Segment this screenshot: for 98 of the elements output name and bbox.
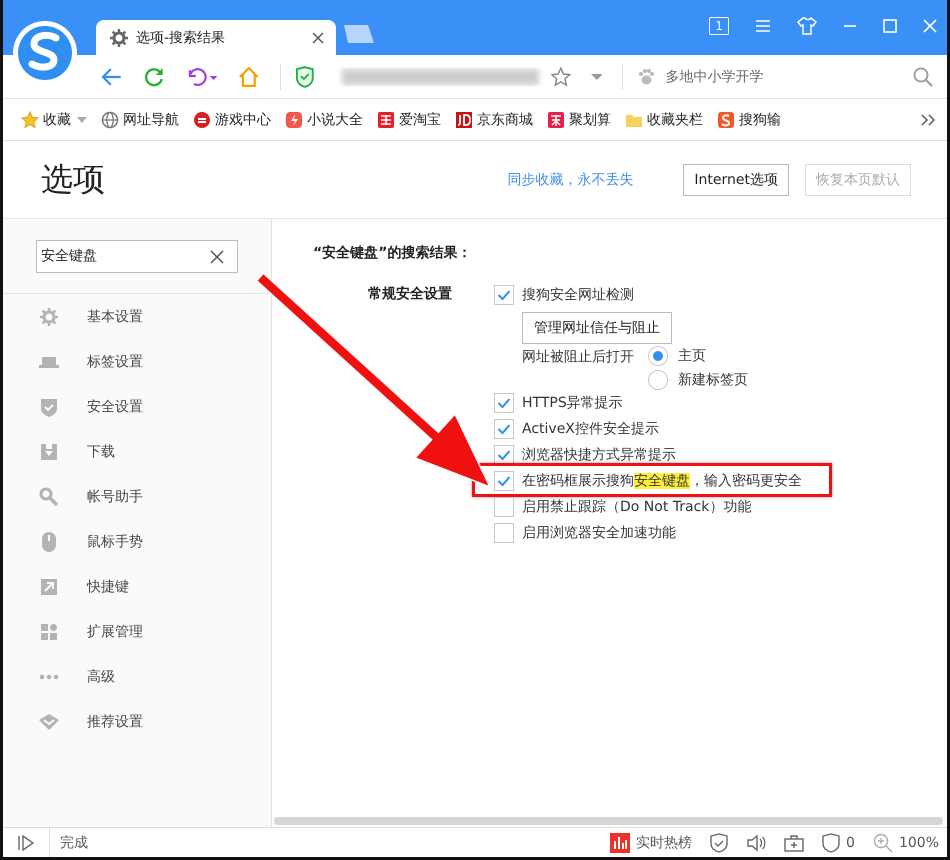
star-icon [21, 110, 39, 128]
bookmark-label: 京东商城 [477, 110, 533, 128]
close-icon[interactable] [312, 32, 324, 44]
option-label: 新建标签页 [678, 371, 748, 389]
checkbox[interactable] [494, 445, 514, 465]
more-icon[interactable] [921, 114, 935, 126]
sidebar-item[interactable]: 扩展管理 [3, 609, 271, 654]
shortcut-icon [39, 576, 59, 596]
bookmark-item[interactable]: 聚划算 [547, 110, 611, 128]
bookmark-label: 聚划算 [569, 110, 611, 128]
zoom-icon [872, 832, 893, 852]
results-heading: “安全键盘”的搜索结果： [313, 244, 472, 262]
checkbox[interactable] [494, 523, 514, 543]
sidebar-item[interactable]: 标签设置 [3, 339, 271, 384]
status-text: 完成 [60, 834, 88, 852]
radio-button[interactable] [648, 346, 668, 366]
sidebar-item[interactable]: 推荐设置 [3, 699, 271, 744]
globe-icon [101, 110, 119, 128]
extensions-icon [39, 622, 59, 642]
checkbox[interactable] [494, 497, 514, 517]
option-label: 浏览器快捷方式异常提示 [522, 446, 676, 464]
bookmark-label: 游戏中心 [215, 110, 271, 128]
bookmark-item[interactable]: 收藏夹栏 [625, 110, 703, 128]
gear-icon [110, 28, 128, 46]
bookmark-label: 网址导航 [123, 110, 179, 128]
option-label: 在密码框展示搜狗安全键盘，输入密码更安全 [522, 472, 802, 490]
zoom-button[interactable]: 100% [872, 832, 939, 852]
checkbox[interactable] [494, 419, 514, 439]
checkbox[interactable] [494, 285, 514, 305]
option-label: ActiveX控件安全提示 [522, 420, 659, 438]
speaker-icon[interactable] [746, 834, 766, 852]
bookmark-label: 搜狗输 [739, 110, 781, 128]
tab-title: 选项-搜索结果 [136, 28, 226, 46]
bookmark-item[interactable]: 收藏 [21, 110, 71, 128]
radio-button[interactable] [648, 370, 668, 390]
toolbox-icon[interactable] [784, 834, 804, 852]
browser-tab[interactable]: 选项-搜索结果 [96, 20, 336, 55]
key-icon [39, 486, 59, 506]
bookmark-item[interactable]: 爱淘宝 [377, 110, 441, 128]
bookmark-item[interactable]: 游戏中心 [193, 110, 271, 128]
checkbox[interactable] [494, 393, 514, 413]
hot-list-button[interactable]: 实时热榜 [610, 832, 692, 852]
sidebar-toggle-icon[interactable] [17, 834, 35, 850]
clear-icon[interactable] [210, 250, 224, 264]
option-label: 搜狗安全网址检测 [522, 286, 634, 304]
bookmark-label: 爱淘宝 [399, 110, 441, 128]
deal-icon [547, 110, 565, 128]
bookmark-item[interactable]: 小说大全 [285, 110, 363, 128]
mouse-icon [39, 532, 59, 552]
book-icon [285, 110, 303, 128]
dropdown-icon[interactable] [590, 72, 602, 80]
option-label: 启用浏览器安全加速功能 [522, 524, 676, 542]
bookmark-item[interactable]: 网址导航 [101, 110, 179, 128]
bookmark-label: 小说大全 [307, 110, 363, 128]
dropdown-icon[interactable] [77, 116, 87, 122]
shirt-icon[interactable] [797, 17, 817, 35]
scrollbar-thumb[interactable] [274, 817, 943, 825]
paw-icon [637, 68, 656, 86]
shield-icon[interactable] [710, 832, 728, 852]
bookmark-item[interactable]: 京东商城 [455, 110, 533, 128]
sidebar-item[interactable]: 高级 [3, 654, 271, 699]
shield-icon [39, 396, 59, 416]
back-icon[interactable] [101, 66, 123, 86]
search-icon[interactable] [913, 66, 933, 86]
sidebar-item[interactable]: 安全设置 [3, 384, 271, 429]
shield-icon [294, 66, 314, 88]
internet-options-button[interactable]: Internet选项 [683, 164, 789, 196]
game-icon [193, 110, 211, 128]
search-field[interactable]: 多地中小学开学 [663, 68, 905, 86]
option-label: 主页 [678, 347, 706, 365]
menu-icon[interactable] [755, 19, 771, 33]
search-field[interactable]: 安全键盘 [36, 240, 238, 272]
sidebar-item[interactable]: 基本设置 [3, 294, 271, 339]
star-icon[interactable] [550, 66, 571, 86]
option-label: HTTPS异常提示 [522, 394, 623, 412]
sidebar-item[interactable]: 帐号助手 [3, 474, 271, 519]
ad-shield-icon [822, 832, 840, 852]
sidebar-item[interactable]: 鼠标手势 [3, 519, 271, 564]
diamond-icon [39, 712, 59, 732]
bookmark-label: 收藏 [43, 110, 71, 128]
option-label: 启用禁止跟踪（Do Not Track）功能 [522, 498, 752, 516]
sidebar-item[interactable]: 下载 [3, 429, 271, 474]
checkbox[interactable] [494, 471, 514, 491]
chart-icon [610, 832, 630, 852]
bookmark-item[interactable]: 搜狗输 [717, 110, 781, 128]
manage-button[interactable]: 管理网址信任与阻止 [522, 312, 672, 344]
page-title: 选项 [41, 158, 105, 200]
section-label: 常规安全设置 [368, 286, 452, 302]
sidebar-item[interactable]: 快捷键 [3, 564, 271, 609]
gear-icon [39, 306, 59, 326]
ellipsis-icon [39, 674, 59, 680]
refresh-icon[interactable] [142, 66, 164, 88]
bookmark-label: 收藏夹栏 [647, 110, 703, 128]
option-label: 网址被阻止后打开 [522, 348, 634, 367]
home-icon[interactable] [238, 66, 260, 88]
maximize-icon[interactable] [883, 19, 897, 33]
ad-block-button[interactable]: 0 [822, 832, 855, 852]
download-icon [39, 442, 59, 462]
